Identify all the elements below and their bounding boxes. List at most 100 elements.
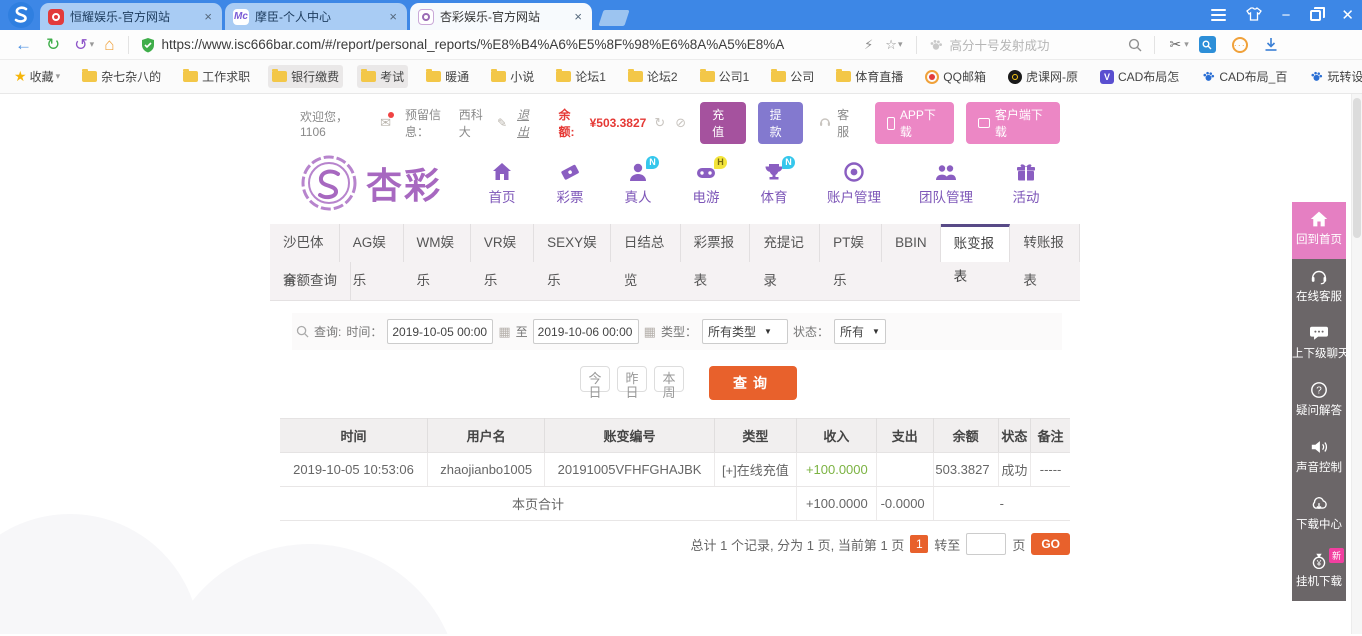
browser-tab-3-active[interactable]: 杏彩娱乐-官方网站 × — [410, 3, 592, 30]
recharge-button[interactable]: 充值 — [700, 102, 746, 144]
tab-vr[interactable]: VR娱乐 — [471, 224, 534, 262]
tab-shaba-sports[interactable]: 沙巴体育 — [270, 224, 340, 262]
url-text[interactable]: https://www.isc666bar.com/#/report/perso… — [161, 37, 858, 52]
bookmark-folder-11[interactable]: 体育直播 — [832, 65, 907, 88]
tab-sexy[interactable]: SEXY娱乐 — [534, 224, 611, 262]
bookmark-folder-4[interactable]: 考试 — [357, 65, 408, 88]
tab-daily-summary[interactable]: 日结总览 — [611, 224, 681, 262]
lightning-icon[interactable]: ⚡ — [864, 37, 873, 53]
extensions-more-icon[interactable]: ··· — [1232, 37, 1248, 53]
tab-bbin[interactable]: BBIN — [882, 224, 941, 262]
page-scrollbar[interactable] — [1351, 94, 1362, 634]
bookmarks-menu[interactable]: ★ 收藏 ▾ — [10, 65, 64, 88]
tab-pt[interactable]: PT娱乐 — [820, 224, 882, 262]
nav-sports[interactable]: N 体育 — [740, 160, 808, 207]
query-submit-button[interactable]: 查询 — [709, 366, 797, 400]
undo-icon[interactable]: ↺ — [74, 35, 87, 55]
sidebar-item-download-center[interactable]: 下载中心 — [1292, 487, 1346, 544]
bookmark-folder-1[interactable]: 杂七杂八的 — [78, 65, 165, 88]
minimize-icon[interactable]: − — [1282, 8, 1291, 23]
restore-icon[interactable] — [1310, 10, 1321, 21]
bookmark-folder-10[interactable]: 公司 — [767, 65, 818, 88]
sidebar-item-hangup-download[interactable]: 新 ¥ 挂机下载 — [1292, 544, 1346, 601]
search-box[interactable]: 高分十号发射成功 — [923, 35, 1148, 54]
bookmark-folder-2[interactable]: 工作求职 — [179, 65, 254, 88]
sidebar-item-chat[interactable]: 上下级聊天 — [1292, 316, 1346, 373]
sidebar-item-faq[interactable]: ? 疑问解答 — [1292, 373, 1346, 430]
time-to-input[interactable] — [533, 319, 639, 344]
address-bar[interactable]: https://www.isc666bar.com/#/report/perso… — [135, 37, 910, 53]
back-icon[interactable]: ← — [15, 35, 32, 55]
tab-account-change-report-active[interactable]: 账变报表 — [941, 224, 1011, 262]
withdraw-button[interactable]: 提款 — [758, 102, 804, 144]
scrollbar-thumb[interactable] — [1353, 98, 1361, 238]
new-tab-button[interactable] — [598, 10, 629, 26]
nav-home[interactable]: 首页 — [468, 160, 536, 207]
nav-promotions[interactable]: 活动 — [992, 160, 1060, 207]
nav-live-casino[interactable]: N 真人 — [604, 160, 672, 207]
security-shield-icon[interactable] — [141, 37, 155, 53]
undo-dropdown-icon[interactable]: ▾ — [90, 39, 95, 50]
sogou-browser-logo[interactable] — [6, 0, 36, 30]
bookmark-design-baidu[interactable]: 玩转设计_ — [1305, 65, 1362, 88]
bookmark-cad-v[interactable]: VCAD布局怎 — [1096, 65, 1183, 88]
tab2-close-icon[interactable]: × — [387, 9, 399, 24]
time-from-input[interactable] — [387, 319, 493, 344]
nav-account-management[interactable]: 账户管理 — [808, 160, 900, 207]
customer-service-headset-icon[interactable] — [819, 116, 831, 130]
bookmark-folder-7[interactable]: 论坛1 — [552, 65, 610, 88]
skin-tshirt-icon[interactable] — [1246, 7, 1262, 24]
tab1-close-icon[interactable]: × — [202, 9, 214, 24]
tab-ag[interactable]: AG娱乐 — [340, 224, 404, 262]
tab-transfer-report[interactable]: 转账报表 — [1010, 224, 1080, 262]
client-download-button[interactable]: 客户端下载 — [966, 102, 1060, 144]
sidebar-item-sound[interactable]: 声音控制 — [1292, 430, 1346, 487]
close-window-icon[interactable]: ✕ — [1341, 8, 1354, 23]
refresh-balance-icon[interactable]: ↻ — [654, 115, 665, 131]
browser-menu-icon[interactable] — [1211, 6, 1226, 24]
yesterday-button[interactable]: 昨日 — [617, 366, 647, 392]
app-download-button[interactable]: APP下载 — [875, 102, 955, 144]
current-page-button[interactable]: 1 — [910, 535, 928, 553]
home-icon[interactable]: ⌂ — [104, 35, 114, 55]
download-manager-icon[interactable] — [1264, 37, 1278, 52]
goto-page-input[interactable] — [966, 533, 1006, 555]
browser-tab-1[interactable]: 恒耀娱乐-官方网站 × — [40, 3, 222, 30]
calendar-icon[interactable]: ▦ — [498, 324, 510, 340]
sogou-search-extension-icon[interactable] — [1199, 36, 1216, 53]
address-dropdown-icon[interactable]: ▾ — [898, 39, 903, 50]
tab-deposit-withdraw-records[interactable]: 充提记录 — [750, 224, 820, 262]
browser-tab-2[interactable]: Mc 摩臣-个人中心 × — [225, 3, 407, 30]
sidebar-item-online-service[interactable]: 在线客服 — [1292, 259, 1346, 316]
search-placeholder[interactable]: 高分十号发射成功 — [949, 35, 1128, 54]
customer-service-label[interactable]: 客服 — [837, 106, 859, 140]
bookmark-folder-8[interactable]: 论坛2 — [624, 65, 682, 88]
tab-wm[interactable]: WM娱乐 — [404, 224, 471, 262]
this-week-button[interactable]: 本周 — [654, 366, 684, 392]
edit-icon[interactable]: ✎ — [497, 116, 507, 130]
search-icon[interactable] — [1128, 38, 1142, 52]
calendar-icon[interactable]: ▦ — [644, 324, 656, 340]
sidebar-item-back-home[interactable]: 回到首页 — [1292, 202, 1346, 259]
bookmark-folder-9[interactable]: 公司1 — [696, 65, 754, 88]
tab3-close-icon[interactable]: × — [572, 9, 584, 24]
mail-icon[interactable]: ✉ — [380, 115, 391, 131]
reload-icon[interactable]: ↻ — [46, 35, 60, 55]
nav-lottery[interactable]: 彩票 — [536, 160, 604, 207]
bookmark-qq-mail[interactable]: QQ邮箱 — [921, 65, 990, 88]
favorite-star-icon[interactable]: ☆ — [885, 37, 897, 53]
site-logo[interactable]: 杏彩 — [300, 154, 448, 212]
screenshot-scissors-icon[interactable]: ✂ — [1169, 36, 1181, 53]
go-button[interactable]: GO — [1031, 533, 1070, 555]
status-select[interactable]: 所有▼ — [834, 319, 886, 344]
logout-link[interactable]: 退出 — [517, 106, 539, 140]
bookmark-folder-5[interactable]: 暖通 — [422, 65, 473, 88]
bookmark-cad-baidu[interactable]: CAD布局_百 — [1197, 65, 1291, 88]
nav-team-management[interactable]: 团队管理 — [900, 160, 992, 207]
bookmark-hukewang[interactable]: 虎课网-原 — [1004, 65, 1082, 88]
hide-balance-icon[interactable]: ⊘ — [675, 115, 686, 131]
scissors-dropdown-icon[interactable]: ▾ — [1184, 39, 1189, 50]
tab-lottery-report[interactable]: 彩票报表 — [681, 224, 751, 262]
type-select[interactable]: 所有类型▼ — [702, 319, 788, 344]
bookmark-folder-6[interactable]: 小说 — [487, 65, 538, 88]
